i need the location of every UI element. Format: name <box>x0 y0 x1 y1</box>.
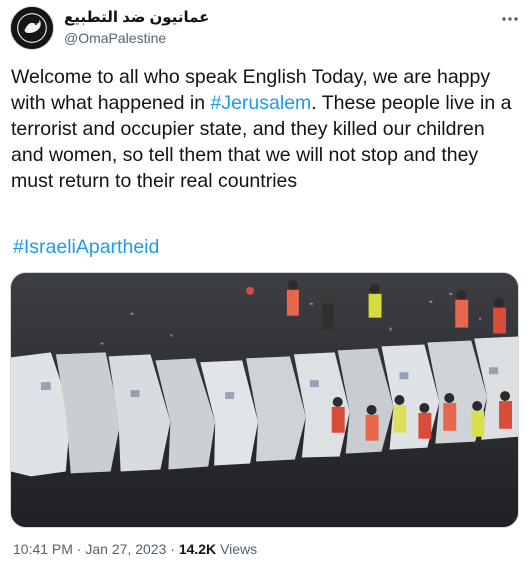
avatar-image <box>11 7 53 49</box>
tweet-header: عمانيون ضد التطبيع @OmaPalestine <box>10 6 522 50</box>
meta-separator: · <box>72 541 86 557</box>
meta-separator-2: · <box>166 541 179 557</box>
tweet-time[interactable]: 10:41 PM <box>13 541 73 557</box>
tweet-meta: 10:41 PM · Jan 27, 2023 · 14.2K Views <box>13 541 257 557</box>
views-label: Views <box>220 541 258 557</box>
author-name[interactable]: عمانيون ضد التطبيع <box>64 8 209 26</box>
hashtag-israeli-apartheid[interactable]: #IsraeliApartheid <box>13 236 159 259</box>
author-handle[interactable]: @OmaPalestine <box>64 30 166 46</box>
tweet-date[interactable]: Jan 27, 2023 <box>85 541 166 557</box>
hashtag-jerusalem[interactable]: #Jerusalem <box>210 92 311 114</box>
tweet-photo[interactable] <box>10 272 519 528</box>
views-count: 14.2K <box>178 541 217 557</box>
tweet-text: Welcome to all who speak English Today, … <box>11 64 519 194</box>
more-dots-icon[interactable] <box>500 10 520 28</box>
photo-image <box>11 273 518 527</box>
avatar[interactable] <box>10 6 54 50</box>
